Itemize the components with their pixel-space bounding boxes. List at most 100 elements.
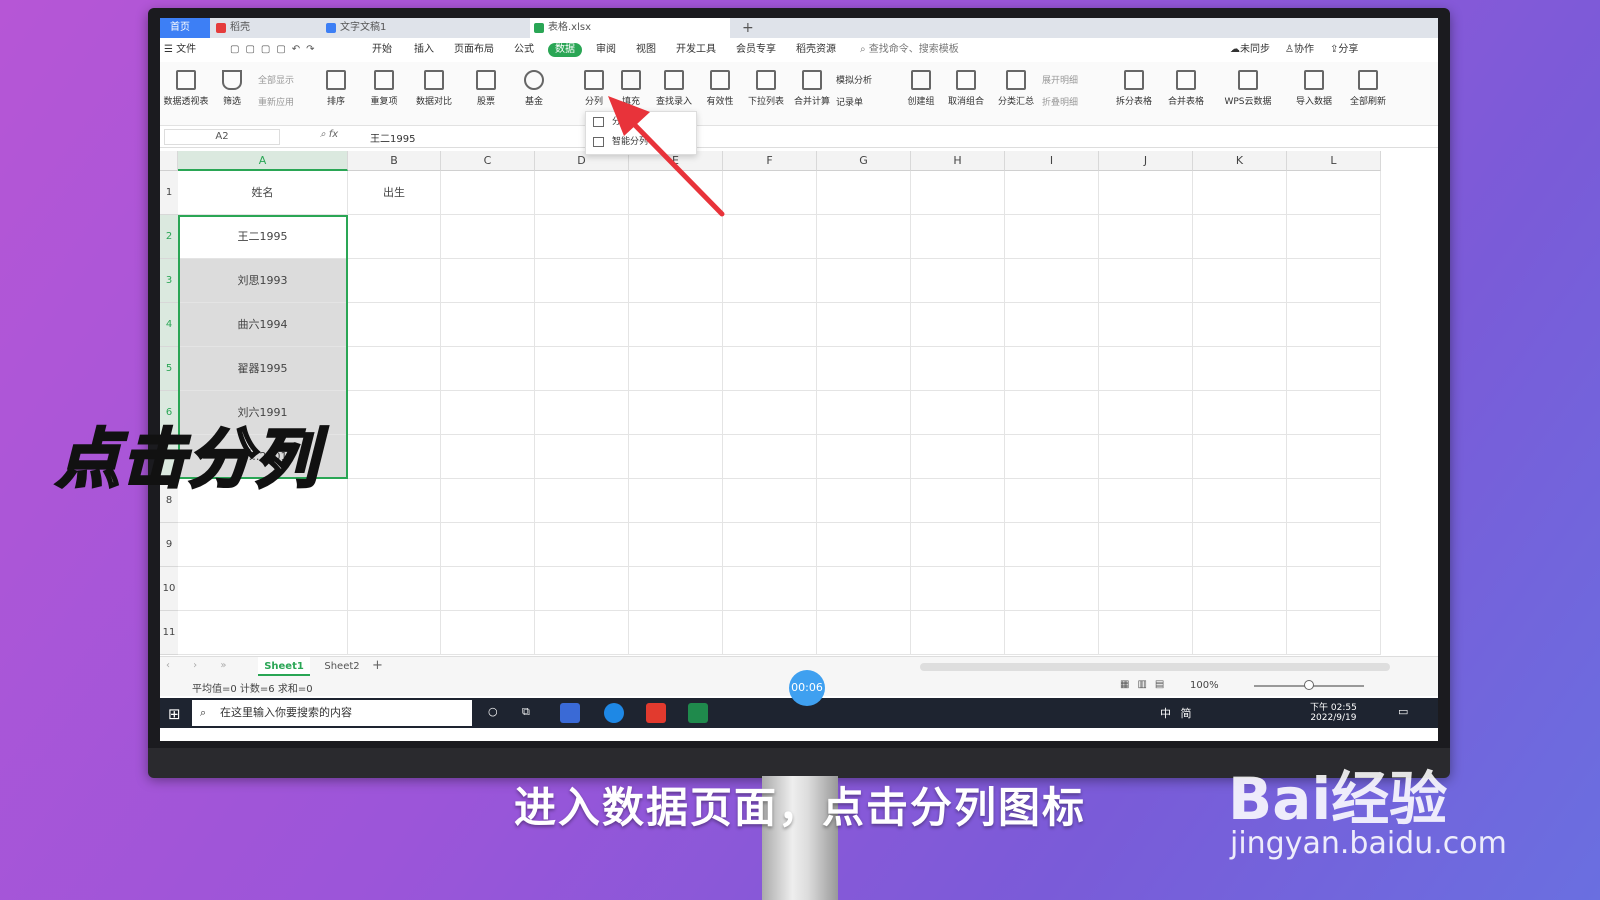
cell-d11[interactable] xyxy=(535,611,629,655)
stock-button[interactable]: 股票 xyxy=(460,66,512,122)
cell-k1[interactable] xyxy=(1193,171,1287,215)
cell-k10[interactable] xyxy=(1193,567,1287,611)
horizontal-scrollbar[interactable] xyxy=(920,663,1390,671)
cell-i1[interactable] xyxy=(1005,171,1099,215)
collab-button[interactable]: ♙协作 xyxy=(1285,43,1314,57)
row-header-11[interactable]: 11 xyxy=(160,611,178,655)
row-header-9[interactable]: 9 xyxy=(160,523,178,567)
cell-i10[interactable] xyxy=(1005,567,1099,611)
cell-l7[interactable] xyxy=(1287,435,1381,479)
cell-h8[interactable] xyxy=(911,479,1005,523)
compare-button[interactable]: 数据对比 xyxy=(408,66,460,122)
tab-sheet[interactable]: 表格.xlsx xyxy=(530,18,730,38)
cell-d5[interactable] xyxy=(535,347,629,391)
cell-l3[interactable] xyxy=(1287,259,1381,303)
validity-button[interactable]: 有效性 xyxy=(694,66,746,122)
cell-f6[interactable] xyxy=(723,391,817,435)
column-header-i[interactable]: I xyxy=(1005,151,1099,171)
row-header-2[interactable]: 2 xyxy=(160,215,178,259)
formula-input[interactable]: 王二1995 xyxy=(370,130,415,145)
dropdown-list-button[interactable]: 下拉列表 xyxy=(740,66,792,122)
cell-g1[interactable] xyxy=(817,171,911,215)
cell-e11[interactable] xyxy=(629,611,723,655)
cell-e7[interactable] xyxy=(629,435,723,479)
cell-c6[interactable] xyxy=(441,391,535,435)
cell-j11[interactable] xyxy=(1099,611,1193,655)
sync-button[interactable]: ☁未同步 xyxy=(1230,43,1270,57)
cortana-icon[interactable]: ○ xyxy=(488,705,498,718)
cell-a5[interactable]: 翟器1995 xyxy=(178,347,348,391)
cell-k9[interactable] xyxy=(1193,523,1287,567)
cell-f7[interactable] xyxy=(723,435,817,479)
row-header-10[interactable]: 10 xyxy=(160,567,178,611)
import-data-button[interactable]: 导入数据 xyxy=(1288,66,1340,122)
cell-c11[interactable] xyxy=(441,611,535,655)
tab-doc[interactable]: 文字文稿1 xyxy=(322,18,522,38)
cell-h1[interactable] xyxy=(911,171,1005,215)
column-header-c[interactable]: C xyxy=(441,151,535,171)
cell-c5[interactable] xyxy=(441,347,535,391)
cell-j4[interactable] xyxy=(1099,303,1193,347)
column-header-l[interactable]: L xyxy=(1287,151,1381,171)
cell-g8[interactable] xyxy=(817,479,911,523)
cell-l5[interactable] xyxy=(1287,347,1381,391)
cell-f2[interactable] xyxy=(723,215,817,259)
wps-icon[interactable] xyxy=(646,703,666,723)
cell-a11[interactable] xyxy=(178,611,348,655)
cell-h6[interactable] xyxy=(911,391,1005,435)
quick-access-toolbar[interactable]: ▢▢▢▢↶↷ xyxy=(230,43,321,57)
column-header-j[interactable]: J xyxy=(1099,151,1193,171)
sheet-nav-arrows[interactable]: ‹ › » xyxy=(166,660,236,671)
cell-b11[interactable] xyxy=(348,611,441,655)
cell-l4[interactable] xyxy=(1287,303,1381,347)
menu-layout[interactable]: 页面布局 xyxy=(454,43,494,57)
merge-table-button[interactable]: 合并表格 xyxy=(1160,66,1212,122)
cell-j5[interactable] xyxy=(1099,347,1193,391)
cell-b6[interactable] xyxy=(348,391,441,435)
cell-l9[interactable] xyxy=(1287,523,1381,567)
cell-f4[interactable] xyxy=(723,303,817,347)
cell-k5[interactable] xyxy=(1193,347,1287,391)
app-icon[interactable] xyxy=(604,703,624,723)
cell-e6[interactable] xyxy=(629,391,723,435)
column-header-f[interactable]: F xyxy=(723,151,817,171)
share-button[interactable]: ⇪分享 xyxy=(1330,43,1358,57)
create-group-button[interactable]: 创建组 xyxy=(898,66,944,122)
refresh-all-button[interactable]: 全部刷新 xyxy=(1342,66,1394,122)
cell-h9[interactable] xyxy=(911,523,1005,567)
cell-h10[interactable] xyxy=(911,567,1005,611)
menu-dev[interactable]: 开发工具 xyxy=(676,43,716,57)
menu-formula[interactable]: 公式 xyxy=(514,43,534,57)
cell-i4[interactable] xyxy=(1005,303,1099,347)
collapse-detail-button[interactable]: 折叠明细 xyxy=(1042,96,1078,110)
cell-d10[interactable] xyxy=(535,567,629,611)
cell-j6[interactable] xyxy=(1099,391,1193,435)
cell-d7[interactable] xyxy=(535,435,629,479)
cell-e5[interactable] xyxy=(629,347,723,391)
cell-d1[interactable] xyxy=(535,171,629,215)
cell-l8[interactable] xyxy=(1287,479,1381,523)
whatif-button[interactable]: 模拟分析 xyxy=(836,74,872,88)
menu-insert[interactable]: 插入 xyxy=(414,43,434,57)
row-header-5[interactable]: 5 xyxy=(160,347,178,391)
cell-i9[interactable] xyxy=(1005,523,1099,567)
tab-daoke[interactable]: 稻壳 xyxy=(212,18,322,38)
cell-i2[interactable] xyxy=(1005,215,1099,259)
cell-g6[interactable] xyxy=(817,391,911,435)
cell-k2[interactable] xyxy=(1193,215,1287,259)
select-all-corner[interactable] xyxy=(160,151,178,171)
cell-i5[interactable] xyxy=(1005,347,1099,391)
cell-a3[interactable]: 刘思1993 xyxy=(178,259,348,303)
pivot-button[interactable]: 数据透视表 xyxy=(160,66,212,122)
cell-h11[interactable] xyxy=(911,611,1005,655)
cell-j9[interactable] xyxy=(1099,523,1193,567)
cell-e4[interactable] xyxy=(629,303,723,347)
cell-j7[interactable] xyxy=(1099,435,1193,479)
cell-i3[interactable] xyxy=(1005,259,1099,303)
row-header-4[interactable]: 4 xyxy=(160,303,178,347)
wps-cloud-button[interactable]: WPS云数据 xyxy=(1218,66,1278,122)
taskbar-search[interactable]: ⌕ 在这里输入你要搜索的内容 xyxy=(192,700,472,726)
expand-detail-button[interactable]: 展开明细 xyxy=(1042,74,1078,88)
cell-e10[interactable] xyxy=(629,567,723,611)
new-tab-button[interactable]: + xyxy=(738,18,758,38)
